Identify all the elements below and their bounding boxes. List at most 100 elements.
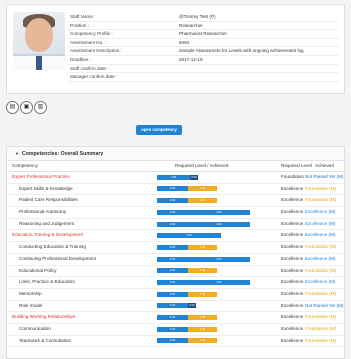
achieved-level-link[interactable]: Foundation (M) <box>305 324 336 335</box>
required-level-text: Excellence <box>281 232 304 238</box>
achieved-level-link[interactable]: Foundation (M) <box>305 242 336 253</box>
competency-name[interactable]: Conducting Education & Training <box>19 242 86 253</box>
profile-label: Deadline : <box>70 56 91 62</box>
profile-label: Assessment Description : <box>70 48 122 54</box>
achieved-level-bar: 2.00 <box>188 279 250 285</box>
table-row[interactable]: Conducting Education & Training 2.00 1.00 E… <box>7 242 344 254</box>
table-row[interactable]: Teamwork & Consultation 2.00 1.00 Excellenc… <box>7 336 344 348</box>
achieved-level-bar: 0.00 <box>190 174 198 180</box>
chart-icon[interactable]: ▥ <box>34 101 47 114</box>
overall-summary-panel: ▼ Competencies: Overall Summary Competenc… <box>6 146 345 359</box>
table-row[interactable]: Building Working Relationships 2.00 1.00 Ex… <box>7 312 344 324</box>
required-level-text: Excellence <box>281 220 304 226</box>
profile-row-assessment-no: Assessment No. : 9494 <box>67 39 339 48</box>
profile-label: Staff Name : <box>70 14 96 19</box>
achieved-level-link[interactable]: Excellence (M) <box>305 254 335 265</box>
achieved-level-link[interactable]: Foundation (M) <box>305 336 336 347</box>
table-row[interactable]: Continuing Professional Development 2.00 2… <box>7 254 344 266</box>
achieved-level-link[interactable]: Excellence (M) <box>305 219 335 230</box>
required-level-bar: 2.00 <box>157 291 188 297</box>
achieved-level-link[interactable]: Excellence (M) <box>305 207 335 218</box>
profile-label: Competency Profile : <box>70 31 113 37</box>
competency-name[interactable]: Professional Autonomy <box>19 207 66 218</box>
achieved-level-bar: 1.00 <box>188 244 217 250</box>
competency-name[interactable]: Role model <box>19 301 42 312</box>
profile-value: @Tommy Test (P) <box>179 14 216 19</box>
achieved-level-bar: 2.00 <box>188 209 250 215</box>
required-level-text: Excellence <box>281 314 304 320</box>
save-icon[interactable]: ▣ <box>20 101 33 114</box>
profile-value: Sample Assessment for Levels with ongoin… <box>179 48 304 54</box>
summary-rows: Expert Professional Practice 1.00 0.00 Foun… <box>7 172 344 348</box>
panel-header[interactable]: ▼ Competencies: Overall Summary <box>7 147 344 161</box>
competency-name[interactable]: Links, Practice & Education <box>19 277 75 288</box>
competency-name[interactable]: Reasoning and Judgement <box>19 219 74 230</box>
achieved-level-bar: 1.00 <box>188 198 217 204</box>
required-level-text: Excellence <box>281 325 304 331</box>
clipboard-icon[interactable]: ▤ <box>6 101 19 114</box>
profile-row-deadline: Deadline : 2017-12-19 <box>67 56 339 65</box>
open-competency-button[interactable]: open competency <box>136 125 182 135</box>
required-level-bar: 2.00 <box>157 303 188 309</box>
required-level-text: Excellence <box>281 267 304 273</box>
table-row[interactable]: Reasoning and Judgement 2.00 2.00 Excellenc… <box>7 219 344 231</box>
table-row[interactable]: Expert Professional Practice 1.00 0.00 Foun… <box>7 172 344 184</box>
table-row[interactable]: Professional Autonomy 2.00 2.00 Excellence E… <box>7 207 344 219</box>
table-row[interactable]: Communication 2.00 1.00 Excellence Foundatio… <box>7 324 344 336</box>
achieved-level-link[interactable]: Foundation (M) <box>305 184 336 195</box>
required-level-bar: 1.00 <box>157 174 190 180</box>
achieved-level-link[interactable]: Not Raised Yet (M) <box>305 301 344 312</box>
table-row[interactable]: Patient Care Responsibilities 2.00 1.00 Exc… <box>7 195 344 208</box>
achieved-level-bar: 2.00 <box>188 256 250 262</box>
competency-name[interactable]: Educational Policy <box>19 266 57 277</box>
profile-row-manager-confirm-date: Manager confirm date : <box>67 73 339 82</box>
table-row[interactable]: Education,Training & Development 2.00 Exce… <box>7 230 344 243</box>
achieved-level-link[interactable]: Foundation (M) <box>305 195 336 206</box>
required-level-text: Excellence <box>281 209 304 215</box>
competency-name[interactable]: Patient Care Responsibilities <box>19 195 78 206</box>
table-row[interactable]: Educational Policy 2.00 1.00 Excellence Foun… <box>7 266 344 278</box>
profile-label: Assessment No. : <box>70 39 106 45</box>
required-level-text: Excellence <box>281 197 304 203</box>
competency-name[interactable]: Continuing Professional Development <box>19 254 96 265</box>
table-row[interactable]: Expert Skills & Knowledge 2.00 1.00 Excelle… <box>7 184 344 196</box>
profile-value: Researcher <box>179 22 203 28</box>
competency-name[interactable]: Mentorship <box>19 289 42 300</box>
profile-info-list: Staff Name : @Tommy Test (P) Position : … <box>67 13 339 82</box>
table-row[interactable]: Links, Practice & Education 2.00 2.00 Excel… <box>7 277 344 289</box>
achieved-level-link[interactable]: Not Raised Yet (M) <box>305 172 344 183</box>
achieved-level-bar: 2.00 <box>188 221 250 227</box>
avatar-tie <box>36 56 42 70</box>
caret-down-icon[interactable]: ▼ <box>15 147 19 160</box>
achieved-level-bar: 1.00 <box>188 326 217 332</box>
panel-title: Competencies: Overall Summary <box>21 151 104 157</box>
competency-group-name[interactable]: Building Working Relationships <box>12 312 75 323</box>
required-level-text: Excellence <box>281 185 304 191</box>
achieved-level-link[interactable]: Excellence (M) <box>305 277 335 288</box>
achieved-level-bar: 1.00 <box>188 268 217 274</box>
table-row[interactable]: Role model 2.00 0.00 Excellence Not Raised Y… <box>7 301 344 313</box>
competency-name[interactable]: Expert Skills & Knowledge <box>19 184 73 195</box>
table-header: Competency Required Level / Achieved Req… <box>7 161 344 172</box>
achieved-level-link[interactable]: Excellence (M) <box>305 230 335 241</box>
required-level-text: Excellence <box>281 290 304 296</box>
required-level-bar: 2.00 <box>157 315 188 321</box>
required-level-bar: 2.00 <box>157 244 188 250</box>
competency-name[interactable]: Teamwork & Consultation <box>19 336 71 347</box>
achieved-level-bar: 0.00 <box>188 303 196 309</box>
achieved-level-link[interactable]: Foundation (M) <box>305 312 336 323</box>
profile-value: 2017-12-19 <box>179 56 203 62</box>
table-row[interactable]: Mentorship 2.00 1.00 Excellence Foundation (… <box>7 289 344 301</box>
achieved-level-link[interactable]: Foundation (M) <box>305 289 336 300</box>
competency-name[interactable]: Communication <box>19 324 51 335</box>
profile-value: 9494 <box>179 39 190 45</box>
header-required-level: Required Level <box>281 163 312 168</box>
profile-row-staff-name: Staff Name : @Tommy Test (P) <box>67 13 339 22</box>
competency-group-name[interactable]: Education,Training & Development <box>12 230 83 241</box>
required-level-bar: 2.00 <box>157 338 188 344</box>
competency-group-name[interactable]: Expert Professional Practice <box>12 172 70 183</box>
required-level-bar: 2.00 <box>157 186 188 192</box>
achieved-level-bar: 1.00 <box>188 338 217 344</box>
achieved-level-link[interactable]: Foundation (M) <box>305 266 336 277</box>
profile-row-competency-profile: Competency Profile : Pharmacist Research… <box>67 30 339 39</box>
